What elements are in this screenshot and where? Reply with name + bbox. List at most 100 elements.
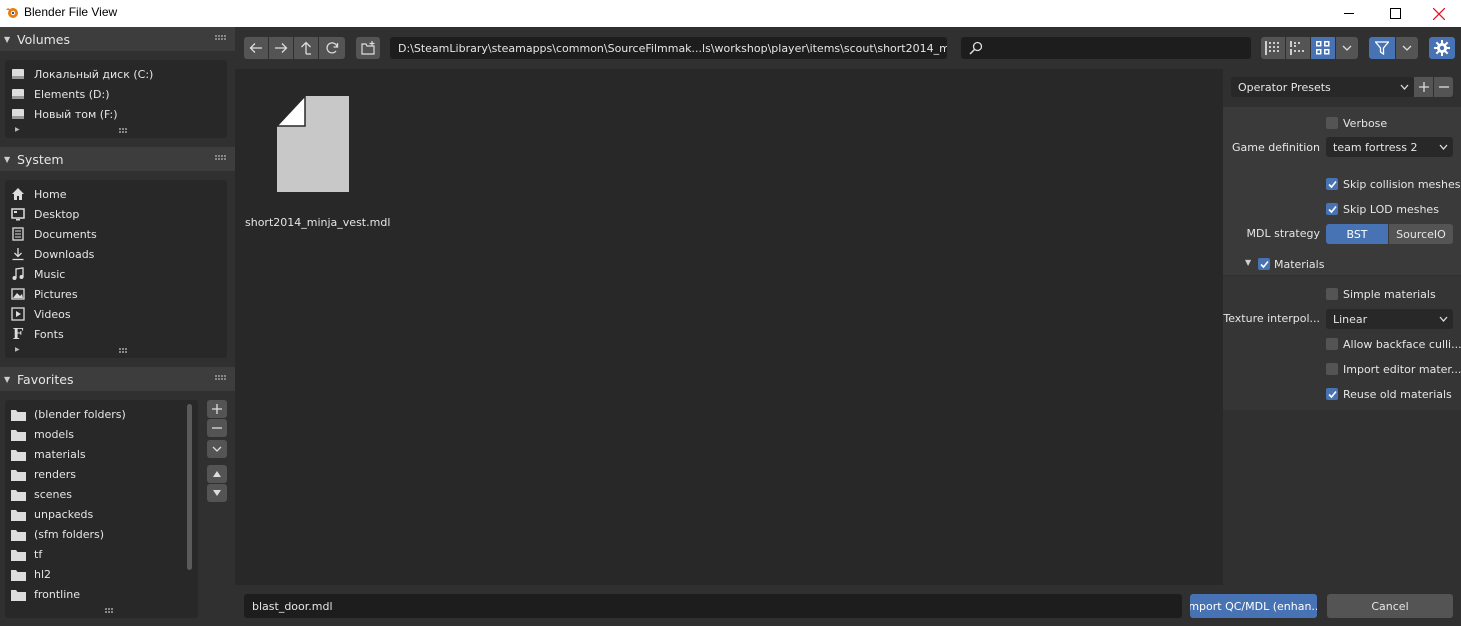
allow-backface-culling-checkbox[interactable]: Allow backface culli... (1326, 336, 1461, 352)
forward-button[interactable] (269, 37, 293, 59)
texture-interpolation-value: Linear (1333, 312, 1368, 326)
list-resize-footer[interactable]: ▶ (5, 346, 227, 356)
sidebar-item-label: Локальный диск (C:) (34, 67, 154, 81)
display-settings-dropdown[interactable] (1336, 37, 1358, 59)
checkbox-label: Verbose (1343, 116, 1388, 130)
sidebar-item-volume-c[interactable]: Локальный диск (C:) (5, 64, 227, 84)
favorites-header[interactable]: ▼ Favorites (0, 367, 235, 391)
system-header[interactable]: ▼ System (0, 147, 235, 171)
display-horizontal-list-button[interactable] (1286, 37, 1310, 59)
checkbox-box[interactable] (1326, 388, 1338, 400)
volumes-header[interactable]: ▼ Volumes (0, 27, 235, 51)
display-vertical-list-button[interactable] (1261, 37, 1285, 59)
favorites-menu-button[interactable] (207, 440, 227, 458)
materials-subpanel-header[interactable]: ▼ Materials (1223, 255, 1461, 275)
maximize-icon (1389, 8, 1401, 19)
checkbox-box[interactable] (1326, 203, 1338, 215)
new-directory-button[interactable] (356, 37, 380, 59)
resize-grip-icon[interactable] (105, 608, 115, 613)
remove-preset-button[interactable] (1434, 77, 1453, 97)
favorite-item[interactable]: frontline (5, 584, 198, 604)
sidebar-item-videos[interactable]: Videos (5, 304, 227, 324)
drag-grip-icon[interactable] (215, 155, 227, 161)
add-favorite-button[interactable] (207, 400, 227, 418)
sidebar-item-pictures[interactable]: Pictures (5, 284, 227, 304)
search-icon (969, 41, 983, 55)
maximize-button[interactable] (1372, 0, 1418, 27)
mdl-strategy-bst-option[interactable]: BST (1326, 224, 1388, 244)
materials-checkbox[interactable] (1258, 258, 1270, 270)
operator-presets-label: Operator Presets (1238, 80, 1331, 94)
reuse-old-materials-checkbox[interactable]: Reuse old materials (1326, 386, 1452, 402)
checkmark-icon (1327, 180, 1337, 188)
move-up-button[interactable] (207, 465, 227, 483)
favorite-item-label: frontline (34, 587, 81, 601)
checkbox-box[interactable] (1326, 338, 1338, 350)
search-field[interactable] (961, 37, 1251, 59)
filter-toggle-button[interactable] (1369, 37, 1395, 59)
sidebar-item-home[interactable]: Home (5, 184, 227, 204)
collapse-triangle-icon: ▼ (1245, 258, 1252, 267)
checkbox-box[interactable] (1326, 288, 1338, 300)
file-toolbar: D:\SteamLibrary\steamapps\common\SourceF… (235, 27, 1461, 69)
favorite-item[interactable]: unpackeds (5, 504, 198, 524)
back-button[interactable] (244, 37, 268, 59)
resize-grip-icon[interactable] (119, 128, 129, 133)
drag-grip-icon[interactable] (215, 35, 227, 41)
favorite-item-label: (blender folders) (34, 407, 126, 421)
thumbnails-grid-icon (1316, 41, 1330, 55)
skip-lod-checkbox[interactable]: Skip LOD meshes (1326, 201, 1439, 217)
display-thumbnails-button[interactable] (1311, 37, 1335, 59)
sidebar-item-downloads[interactable]: Downloads (5, 244, 227, 264)
checkbox-label: Allow backface culli... (1343, 337, 1461, 351)
texture-interpolation-dropdown[interactable]: Linear (1326, 309, 1453, 329)
sidebar-item-documents[interactable]: Documents (5, 224, 227, 244)
checkbox-box[interactable] (1326, 178, 1338, 190)
parent-directory-button[interactable] (294, 37, 318, 59)
favorite-item[interactable]: scenes (5, 484, 198, 504)
favorite-item[interactable]: models (5, 424, 198, 444)
minimize-button[interactable] (1326, 0, 1372, 27)
drag-grip-icon[interactable] (215, 375, 227, 381)
list-resize-footer[interactable]: ▶ (5, 126, 227, 136)
file-browser-area[interactable]: short2014_minja_vest.mdl (235, 69, 1223, 585)
favorite-item[interactable]: (sfm folders) (5, 524, 198, 544)
checkbox-box[interactable] (1326, 117, 1338, 129)
favorites-scrollbar[interactable] (187, 404, 192, 570)
sidebar-item-volume-d[interactable]: Elements (D:) (5, 84, 227, 104)
close-button[interactable] (1416, 0, 1461, 27)
favorite-item[interactable]: materials (5, 444, 198, 464)
sidebar-item-music[interactable]: Music (5, 264, 227, 284)
filename-input[interactable]: blast_door.mdl (244, 594, 1182, 618)
sidebar-item-fonts[interactable]: F Fonts (5, 324, 227, 344)
options-toggle-button[interactable] (1429, 37, 1455, 59)
operator-presets-dropdown[interactable]: Operator Presets (1231, 77, 1414, 97)
simple-materials-checkbox[interactable]: Simple materials (1326, 286, 1436, 302)
resize-grip-icon[interactable] (119, 348, 129, 353)
remove-favorite-button[interactable] (207, 419, 227, 437)
cancel-button[interactable]: Cancel (1327, 594, 1453, 618)
game-definition-value: team fortress 2 (1333, 140, 1418, 154)
favorite-item[interactable]: tf (5, 544, 198, 564)
refresh-button[interactable] (319, 37, 345, 59)
sidebar-item-volume-f[interactable]: Новый том (F:) (5, 104, 227, 124)
move-down-button[interactable] (207, 484, 227, 502)
verbose-checkbox[interactable]: Verbose (1326, 115, 1387, 131)
mdl-strategy-sourceio-option[interactable]: SourceIO (1389, 224, 1453, 244)
checkbox-box[interactable] (1326, 363, 1338, 375)
skip-collision-checkbox[interactable]: Skip collision meshes (1326, 176, 1461, 192)
arrow-up-icon (301, 41, 311, 55)
favorite-item[interactable]: (blender folders) (5, 404, 198, 424)
filter-settings-dropdown[interactable] (1396, 37, 1418, 59)
favorite-item[interactable]: hl2 (5, 564, 198, 584)
add-preset-button[interactable] (1414, 77, 1433, 97)
favorite-item[interactable]: renders (5, 464, 198, 484)
directory-path-field[interactable]: D:\SteamLibrary\steamapps\common\SourceF… (390, 37, 947, 59)
import-button[interactable]: Import QC/MDL (enhan... (1190, 594, 1317, 618)
list-resize-footer[interactable] (5, 606, 198, 616)
import-editor-materials-checkbox[interactable]: Import editor mater... (1326, 361, 1461, 377)
favorite-item-label: tf (34, 547, 43, 561)
checkmark-icon (1259, 260, 1269, 268)
sidebar-item-desktop[interactable]: Desktop (5, 204, 227, 224)
game-definition-dropdown[interactable]: team fortress 2 (1326, 137, 1453, 157)
